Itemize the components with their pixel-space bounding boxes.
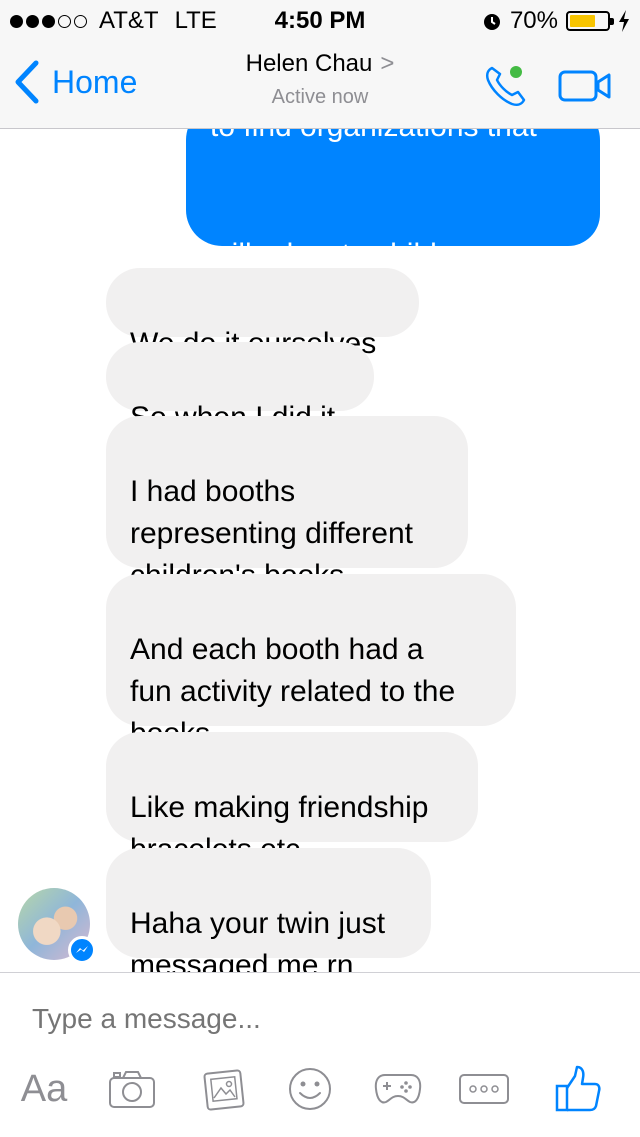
composer: Aa — [0, 972, 640, 1137]
charging-bolt-icon — [619, 10, 629, 32]
chevron-right-icon: > — [380, 50, 395, 77]
composer-toolbar: Aa — [0, 1059, 640, 1119]
message-bubble-incoming[interactable]: And each booth had a fun activity relate… — [106, 574, 516, 750]
game-controller-icon — [374, 1074, 422, 1104]
sticker-icon — [289, 1068, 331, 1110]
video-camera-icon — [558, 70, 611, 102]
message-bubble-incoming[interactable]: We do it ourselves — [106, 268, 419, 360]
more-icon — [459, 1074, 509, 1104]
phone-icon — [485, 66, 526, 107]
voice-call-button[interactable] — [482, 62, 530, 115]
battery-icon — [566, 11, 614, 31]
status-bar: AT&T LTE 4:50 PM 70% — [0, 0, 640, 40]
alarm-icon — [483, 14, 500, 30]
message-input[interactable] — [32, 1003, 592, 1035]
photo-icon — [203, 1069, 245, 1111]
message-thread[interactable]: to find organizations that will educate … — [0, 0, 640, 972]
conversation-header: Home Helen Chau > Active now — [0, 40, 640, 129]
games-button[interactable] — [370, 1059, 426, 1119]
sticker-button[interactable] — [282, 1059, 338, 1119]
message-bubble-incoming[interactable]: I had booths representing different chil… — [106, 416, 468, 592]
photo-button[interactable] — [196, 1059, 252, 1119]
status-indicators: 70% — [482, 7, 630, 35]
camera-icon — [109, 1071, 155, 1108]
contact-name: Helen Chau — [245, 50, 373, 77]
text-format-button[interactable]: Aa — [14, 1059, 74, 1119]
messenger-badge-icon — [68, 936, 96, 964]
message-bubble-incoming[interactable]: So when I did it — [106, 342, 374, 434]
contact-name-button[interactable]: Helen Chau > — [0, 50, 640, 78]
camera-button[interactable] — [104, 1059, 160, 1119]
more-button[interactable] — [456, 1059, 512, 1119]
message-text: Haha your twin just messaged me rn — [130, 907, 386, 972]
thumbs-up-icon — [555, 1065, 601, 1112]
video-call-button[interactable] — [558, 68, 612, 109]
text-format-icon: Aa — [20, 1067, 68, 1110]
message-bubble-incoming[interactable]: Haha your twin just messaged me rn — [106, 848, 431, 972]
message-bubble-incoming[interactable]: Like making friendship bracelets etc — [106, 732, 478, 866]
like-button[interactable] — [548, 1059, 608, 1119]
battery-percent: 70% — [509, 7, 558, 34]
active-status: Active now — [271, 86, 369, 108]
